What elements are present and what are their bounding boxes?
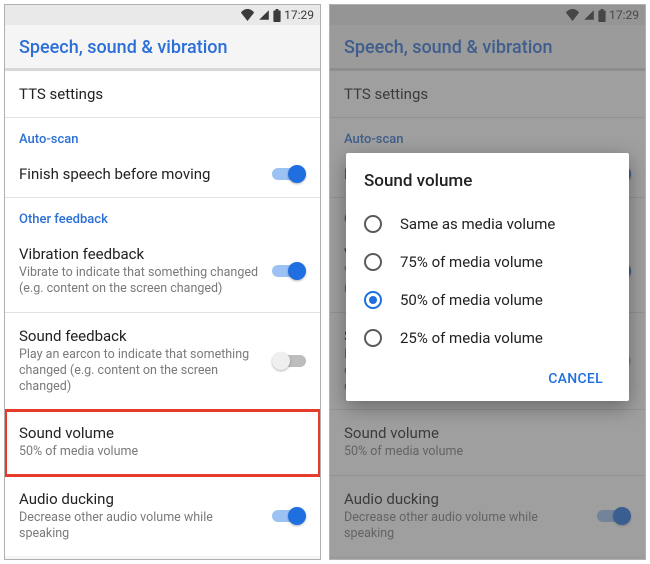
option-25-percent[interactable]: 25% of media volume: [364, 319, 611, 357]
sound-volume-dialog: Sound volume Same as media volume 75% of…: [346, 153, 629, 401]
status-bar: 17:29: [5, 5, 320, 25]
radio-icon: [364, 215, 382, 233]
row-finish-speech[interactable]: Finish speech before moving: [5, 151, 320, 198]
row-title: Sound feedback: [19, 327, 262, 345]
option-75-percent[interactable]: 75% of media volume: [364, 243, 611, 281]
row-sound-volume[interactable]: Sound volume 50% of media volume: [5, 410, 320, 475]
row-tts-settings[interactable]: TTS settings: [5, 71, 320, 118]
section-other-feedback: Other feedback: [5, 198, 320, 231]
section-auto-scan: Auto-scan: [5, 118, 320, 151]
row-sound-feedback[interactable]: Sound feedback Play an earcon to indicat…: [5, 313, 320, 411]
wifi-icon: [240, 9, 255, 21]
settings-list: TTS settings Auto-scan Finish speech bef…: [5, 71, 320, 556]
row-subtitle: Play an earcon to indicate that somethin…: [19, 347, 262, 396]
row-title: Sound volume: [19, 424, 306, 442]
row-title: Finish speech before moving: [19, 165, 262, 183]
cancel-button[interactable]: CANCEL: [540, 365, 611, 393]
toggle-audio-ducking[interactable]: [272, 507, 306, 525]
radio-icon: [364, 291, 382, 309]
row-subtitle: 50% of media volume: [19, 444, 306, 460]
page-title: Speech, sound & vibration: [5, 25, 320, 68]
radio-icon: [364, 253, 382, 271]
screenshot-right: 17:29 Speech, sound & vibration TTS sett…: [329, 4, 646, 560]
cell-signal-icon: [258, 9, 270, 21]
toggle-sound-feedback[interactable]: [272, 352, 306, 370]
battery-icon: [273, 9, 281, 22]
dialog-title: Sound volume: [364, 171, 611, 191]
option-label: Same as media volume: [400, 215, 555, 233]
toggle-vibration[interactable]: [272, 262, 306, 280]
row-title: TTS settings: [19, 85, 306, 103]
row-audio-ducking[interactable]: Audio ducking Decrease other audio volum…: [5, 476, 320, 557]
option-label: 75% of media volume: [400, 253, 543, 271]
row-subtitle: Decrease other audio volume while speaki…: [19, 510, 262, 543]
option-50-percent[interactable]: 50% of media volume: [364, 281, 611, 319]
status-time: 17:29: [284, 8, 314, 22]
radio-icon: [364, 329, 382, 347]
screenshot-left: 17:29 Speech, sound & vibration TTS sett…: [4, 4, 321, 560]
row-title: Audio ducking: [19, 490, 262, 508]
row-vibration-feedback[interactable]: Vibration feedback Vibrate to indicate t…: [5, 231, 320, 312]
option-label: 50% of media volume: [400, 291, 543, 309]
row-title: Vibration feedback: [19, 245, 262, 263]
toggle-finish-speech[interactable]: [272, 165, 306, 183]
row-subtitle: Vibrate to indicate that something chang…: [19, 265, 262, 298]
option-label: 25% of media volume: [400, 329, 543, 347]
option-same-as-media[interactable]: Same as media volume: [364, 205, 611, 243]
